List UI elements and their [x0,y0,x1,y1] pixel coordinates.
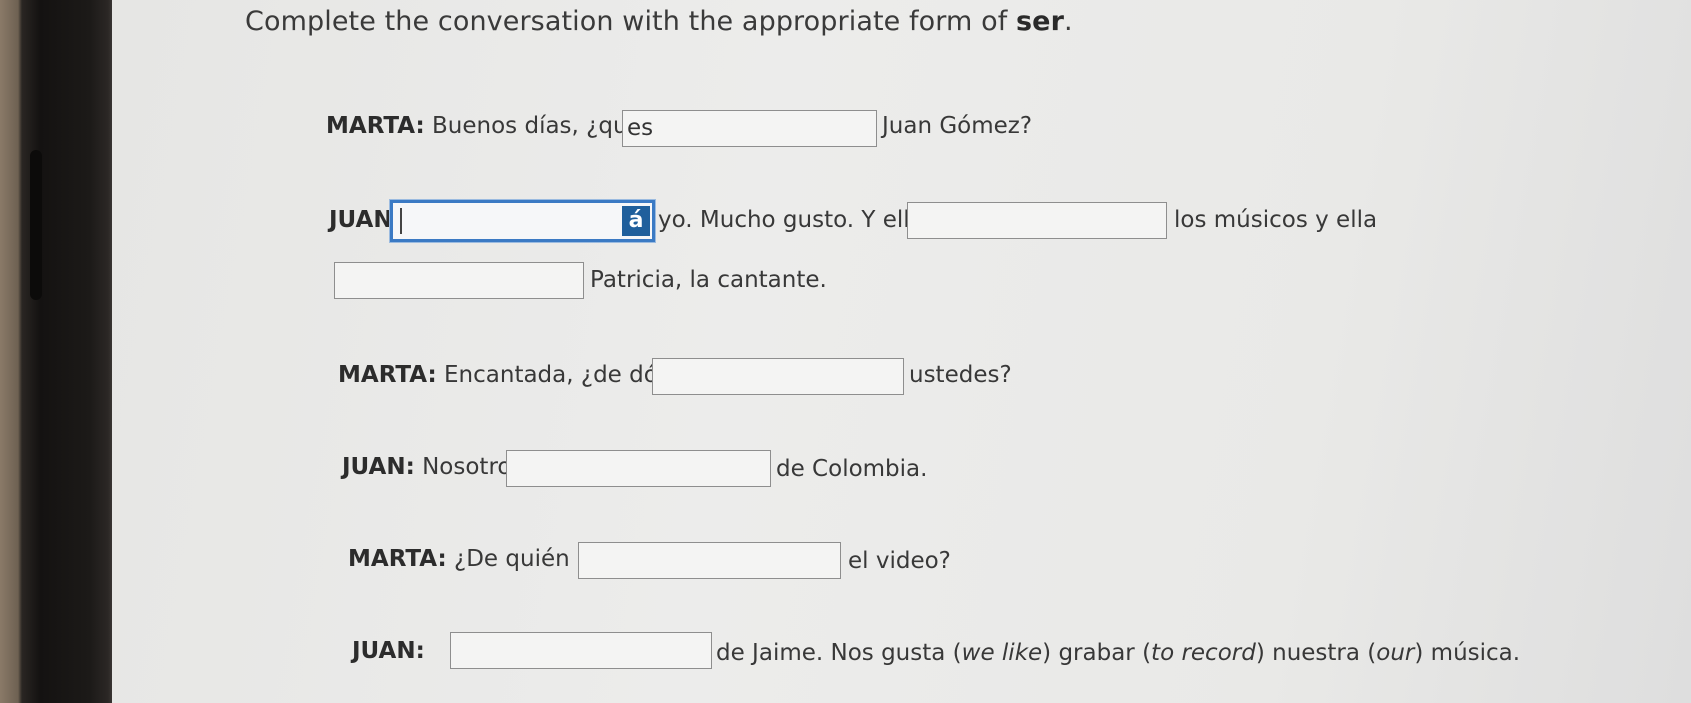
line-text-mid: ) nuestra ( [1255,640,1377,666]
speaker-label: MARTA: [326,113,425,139]
text-cursor [400,208,402,234]
line-text-mid: ) grabar ( [1042,640,1152,666]
answer-input-2[interactable] [389,199,656,243]
line-text-after: de Jaime. Nos gusta ( [716,640,962,666]
line-2-after: yo. Mucho gusto. Y ellos [658,207,936,233]
line-text-after: el video? [848,548,951,574]
line-text-end: ) música. [1414,640,1521,666]
instruction-suffix: . [1064,6,1073,37]
answer-input-8[interactable] [450,632,712,669]
speaker-label: MARTA: [338,362,437,388]
gloss-we-like: we like [961,640,1043,666]
line-2-tail: los músicos y ella [1174,207,1377,233]
exercise-screen: Complete the conversation with the appro… [112,0,1691,703]
speaker-label: JUAN: [352,638,425,664]
line-6-after: el video? [848,548,951,574]
line-text-after: los músicos y ella [1174,207,1378,233]
bezel-edge [30,150,42,300]
line-3: Patricia, la cantante. [590,267,827,293]
answer-input-6[interactable] [506,450,771,487]
line-text-after: Juan Gómez? [882,113,1033,139]
line-text-after: Patricia, la cantante. [590,267,827,293]
instruction-verb: ser [1016,6,1064,37]
instruction-prefix: Complete the conversation with the appro… [245,6,1016,37]
line-7-after: de Jaime. Nos gusta (we like) grabar (to… [716,640,1520,666]
line-text-after: de Colombia. [776,456,928,482]
line-4: MARTA: Encantada, ¿de dónde [338,362,701,388]
line-1-after: Juan Gómez? [882,113,1032,139]
line-6: MARTA: ¿De quién [348,546,570,572]
line-text-after: ustedes? [909,362,1012,388]
device-bezel [0,0,112,703]
answer-input-7[interactable] [578,542,841,579]
instruction-title: Complete the conversation with the appro… [245,6,1073,37]
line-text-after: yo. Mucho gusto. Y ellos [658,207,936,233]
line-5-after: de Colombia. [776,456,927,482]
line-5: JUAN: Nosotros [342,454,523,480]
gloss-our: our [1376,640,1415,666]
speaker-label: MARTA: [348,546,447,572]
gloss-to-record: to record [1151,640,1256,666]
speaker-label: JUAN: [342,454,415,480]
answer-input-3[interactable] [907,202,1167,239]
line-text-before: ¿De quién [454,546,570,572]
line-4-after: ustedes? [909,362,1012,388]
line-1: MARTA: Buenos días, ¿quién [326,113,663,139]
line-7: JUAN: [352,638,425,664]
answer-input-4[interactable] [334,262,584,299]
answer-input-1[interactable]: es [622,110,877,147]
answer-input-5[interactable] [652,358,904,395]
accent-a-button[interactable]: á [622,206,650,236]
